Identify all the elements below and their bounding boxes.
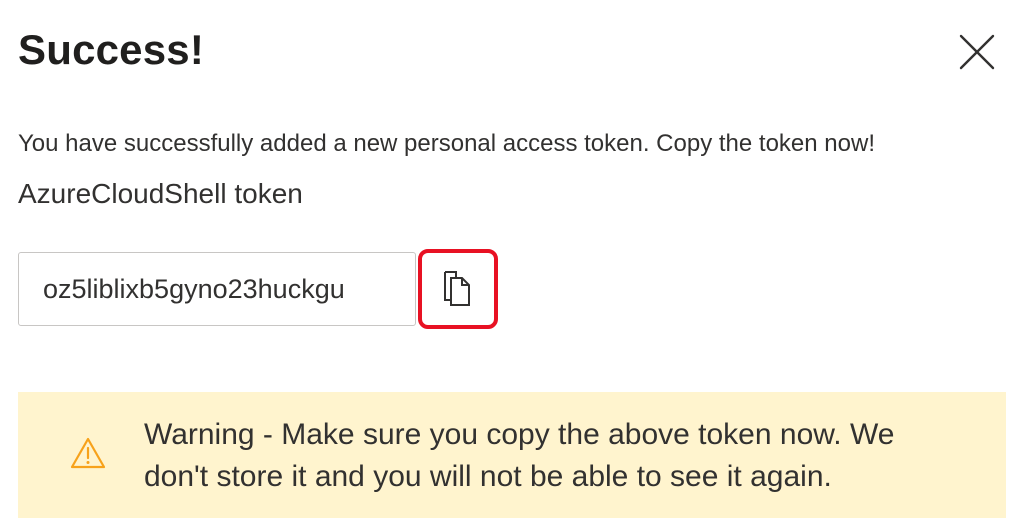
close-button[interactable] xyxy=(955,30,999,74)
token-name: AzureCloudShell token xyxy=(18,178,303,209)
warning-icon xyxy=(70,437,106,469)
warning-message-bar: Warning - Make sure you copy the above t… xyxy=(18,392,1006,518)
token-field[interactable] xyxy=(18,252,416,326)
dialog-title: Success! xyxy=(18,26,205,73)
copy-token-button[interactable] xyxy=(418,249,498,329)
close-icon xyxy=(959,34,995,70)
success-dialog: Success! You have successfully added a n… xyxy=(0,0,1028,530)
copy-icon xyxy=(444,271,470,306)
success-message: You have successfully added a new person… xyxy=(18,130,875,157)
warning-text: Warning - Make sure you copy the above t… xyxy=(144,418,895,493)
